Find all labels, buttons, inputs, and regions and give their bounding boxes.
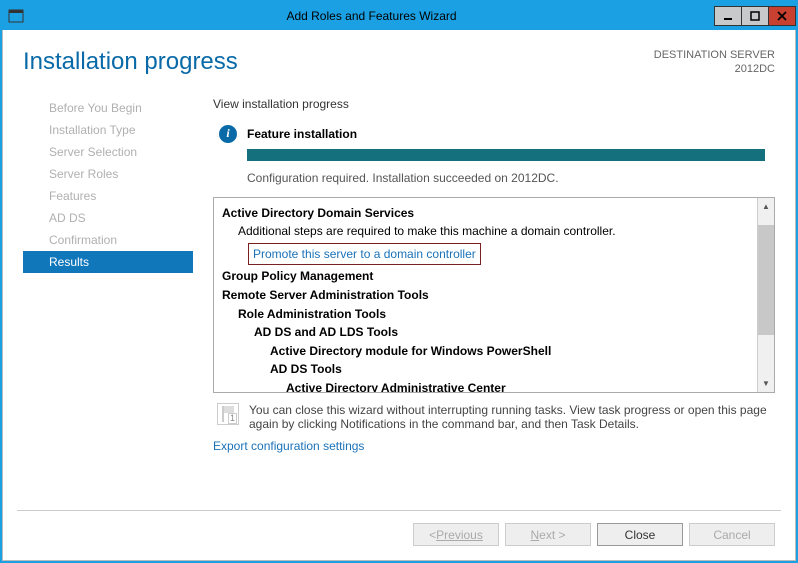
promote-link[interactable]: Promote this server to a domain controll… (248, 243, 481, 266)
flag-icon: 1 (217, 403, 239, 425)
admodule: Active Directory module for Windows Powe… (270, 342, 749, 361)
results-box: Active Directory Domain Services Additio… (213, 197, 775, 393)
results-scrollbar[interactable]: ▲ ▼ (757, 198, 774, 392)
previous-button: < Previous (413, 523, 499, 546)
next-button: Next > (505, 523, 591, 546)
header-row: Installation progress DESTINATION SERVER… (23, 48, 775, 77)
sidebar-item-server-roles: Server Roles (23, 163, 193, 185)
close-button[interactable]: Close (597, 523, 683, 546)
sidebar-item-before-you-begin: Before You Begin (23, 97, 193, 119)
sidebar: Before You Begin Installation Type Serve… (23, 97, 193, 510)
destination-label: DESTINATION SERVER (654, 48, 775, 62)
titlebar[interactable]: Add Roles and Features Wizard (2, 2, 796, 30)
results-content: Active Directory Domain Services Additio… (214, 198, 757, 392)
info-icon: i (219, 125, 237, 143)
adds-subtext: Additional steps are required to make th… (238, 222, 749, 241)
sidebar-item-confirmation: Confirmation (23, 229, 193, 251)
note-row: 1 You can close this wizard without inte… (213, 403, 775, 431)
feature-title: Feature installation (247, 127, 357, 141)
scroll-up-icon[interactable]: ▲ (758, 198, 774, 215)
addstools: AD DS Tools (270, 360, 749, 379)
rsat-heading: Remote Server Administration Tools (222, 286, 749, 305)
app-icon (8, 8, 24, 24)
cancel-button: Cancel (689, 523, 775, 546)
destination-block: DESTINATION SERVER 2012DC (654, 48, 775, 77)
gpm-heading: Group Policy Management (222, 267, 749, 286)
view-progress-label: View installation progress (213, 97, 775, 111)
sidebar-item-features: Features (23, 185, 193, 207)
window-title: Add Roles and Features Wizard (28, 9, 715, 23)
sidebar-item-server-selection: Server Selection (23, 141, 193, 163)
wizard-window: Add Roles and Features Wizard Installati… (0, 0, 798, 563)
adds-heading: Active Directory Domain Services (222, 204, 749, 223)
status-text: Configuration required. Installation suc… (247, 171, 775, 185)
destination-value: 2012DC (654, 62, 775, 76)
button-bar: < Previous Next > Close Cancel (17, 510, 781, 560)
body-row: Before You Begin Installation Type Serve… (23, 97, 775, 510)
main-panel: View installation progress i Feature ins… (193, 97, 775, 510)
sidebar-item-installation-type: Installation Type (23, 119, 193, 141)
feature-row: i Feature installation (213, 125, 775, 143)
flag-count: 1 (228, 413, 237, 424)
progress-fill (247, 149, 765, 161)
titlebar-left (2, 8, 28, 24)
rat-heading: Role Administration Tools (238, 305, 749, 324)
minimize-button[interactable] (714, 6, 742, 26)
window-close-button[interactable] (768, 6, 796, 26)
client-area: Installation progress DESTINATION SERVER… (2, 30, 796, 561)
sidebar-item-ad-ds: AD DS (23, 207, 193, 229)
scroll-down-icon[interactable]: ▼ (758, 375, 774, 392)
export-settings-link[interactable]: Export configuration settings (213, 439, 775, 453)
note-text: You can close this wizard without interr… (249, 403, 775, 431)
maximize-button[interactable] (741, 6, 769, 26)
sidebar-item-results[interactable]: Results (23, 251, 193, 273)
adlds-heading: AD DS and AD LDS Tools (254, 323, 749, 342)
scroll-thumb[interactable] (758, 225, 774, 335)
page-title: Installation progress (23, 48, 238, 76)
window-controls (715, 6, 796, 26)
adac: Active Directory Administrative Center (286, 379, 749, 392)
progress-bar (247, 149, 765, 161)
